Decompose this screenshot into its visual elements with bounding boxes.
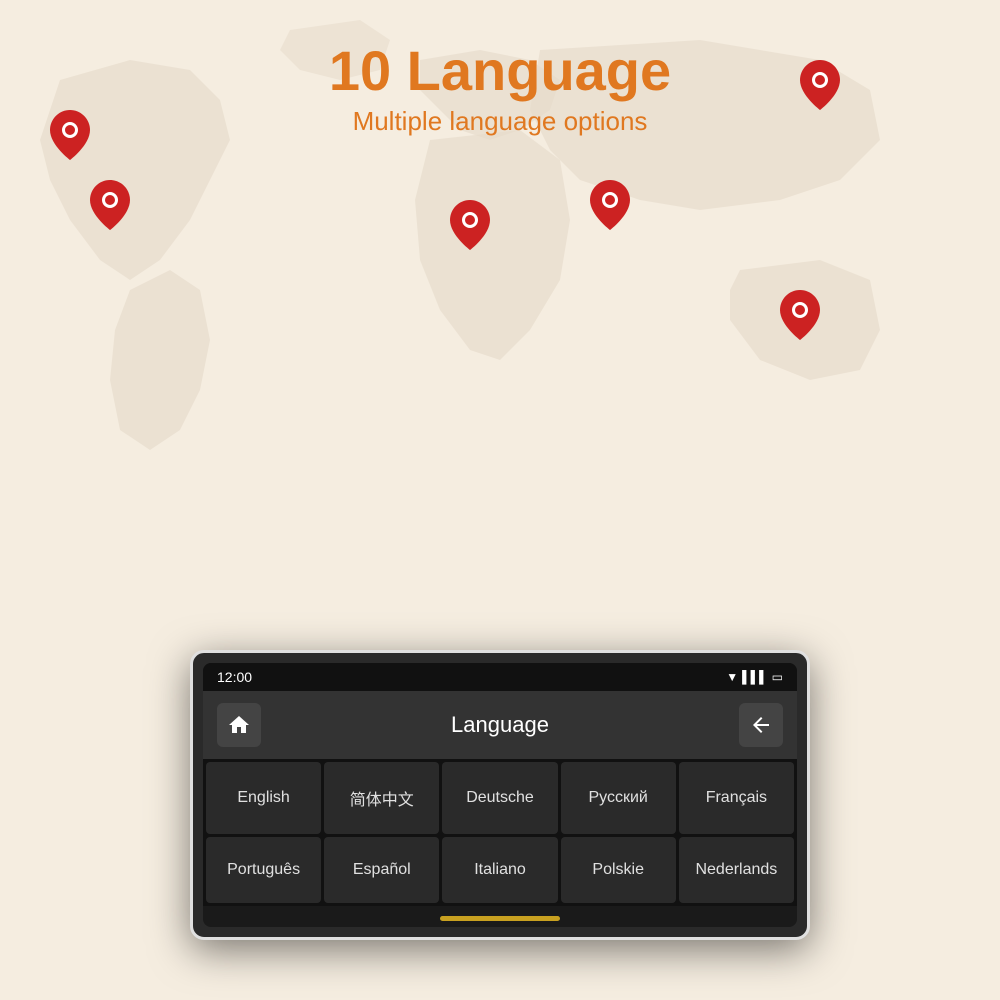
status-time: 12:00 bbox=[217, 669, 252, 685]
title-area: 10 Language Multiple language options bbox=[0, 40, 1000, 137]
home-indicator bbox=[440, 916, 560, 921]
home-icon bbox=[227, 713, 251, 737]
language-button-italiano[interactable]: Italiano bbox=[442, 837, 557, 903]
language-grid: English简体中文DeutscheРусскийFrançais Portug… bbox=[203, 759, 797, 906]
battery-icon: ▭ bbox=[772, 670, 783, 684]
device-bottom bbox=[203, 906, 797, 927]
app-header: Language bbox=[203, 691, 797, 759]
map-pin-5 bbox=[590, 180, 630, 230]
back-icon bbox=[749, 713, 773, 737]
language-button-简体中文[interactable]: 简体中文 bbox=[324, 762, 439, 834]
device-frame: 12:00 ▼ ▌▌▌ ▭ Language English简体中文 bbox=[190, 650, 810, 940]
language-button-english[interactable]: English bbox=[206, 762, 321, 834]
device-screen: 12:00 ▼ ▌▌▌ ▭ Language English简体中文 bbox=[203, 663, 797, 927]
main-title: 10 Language bbox=[0, 40, 1000, 102]
language-button-русский[interactable]: Русский bbox=[561, 762, 676, 834]
subtitle: Multiple language options bbox=[0, 106, 1000, 137]
language-button-nederlands[interactable]: Nederlands bbox=[679, 837, 794, 903]
wifi-icon: ▼ bbox=[726, 670, 738, 684]
map-pin-6 bbox=[780, 290, 820, 340]
status-icons: ▼ ▌▌▌ ▭ bbox=[726, 670, 783, 684]
language-button-español[interactable]: Español bbox=[324, 837, 439, 903]
language-button-português[interactable]: Português bbox=[206, 837, 321, 903]
language-button-français[interactable]: Français bbox=[679, 762, 794, 834]
back-button[interactable] bbox=[739, 703, 783, 747]
map-pin-4 bbox=[450, 200, 490, 250]
language-button-deutsche[interactable]: Deutsche bbox=[442, 762, 557, 834]
language-button-polskie[interactable]: Polskie bbox=[561, 837, 676, 903]
header-title: Language bbox=[271, 712, 729, 738]
signal-icon: ▌▌▌ bbox=[742, 670, 768, 684]
map-pin-3 bbox=[90, 180, 130, 230]
status-bar: 12:00 ▼ ▌▌▌ ▭ bbox=[203, 663, 797, 691]
home-button[interactable] bbox=[217, 703, 261, 747]
